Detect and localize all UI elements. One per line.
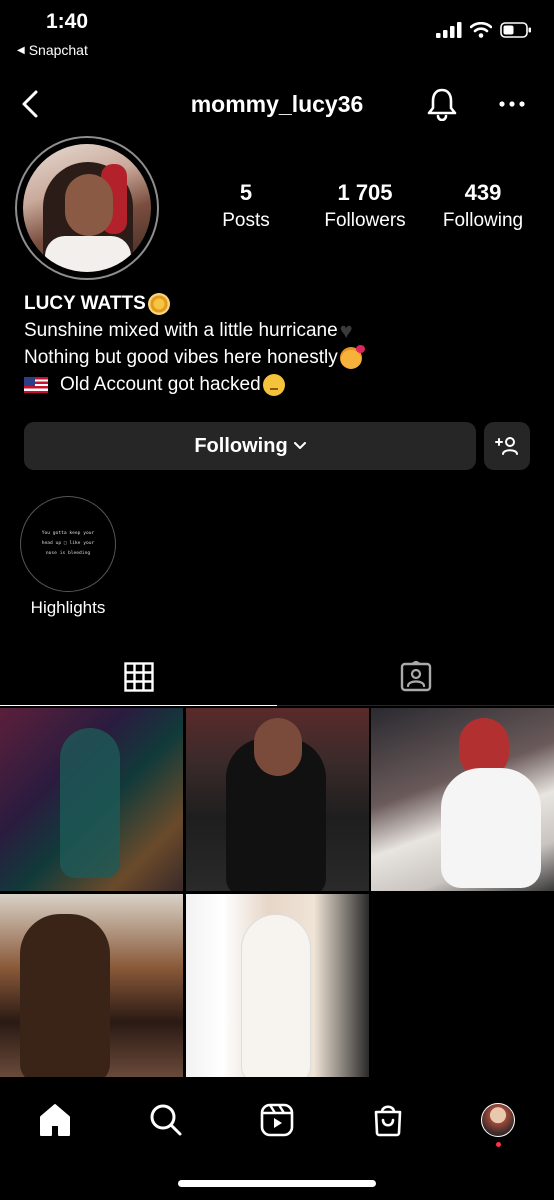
notifications-button[interactable] bbox=[422, 84, 462, 124]
bio-text-1: Sunshine mixed with a little hurricane bbox=[24, 320, 338, 341]
home-icon bbox=[40, 1104, 70, 1136]
bio-name-row: LUCY WATTS bbox=[24, 290, 534, 317]
back-app-label: Snapchat bbox=[28, 42, 88, 58]
bio-text-2: Nothing but good vibes here honestly bbox=[24, 347, 338, 368]
tagged-icon bbox=[400, 660, 431, 691]
bio-line-3: Old Account got hacked bbox=[24, 371, 534, 398]
bio-text-3: Old Account got hacked bbox=[60, 374, 261, 395]
followers-stat[interactable]: 1 705 Followers bbox=[310, 180, 420, 232]
following-count: 439 bbox=[464, 180, 502, 205]
chevron-down-icon bbox=[293, 442, 306, 449]
posts-stat[interactable]: 5 Posts bbox=[206, 180, 286, 232]
profile-bio: LUCY WATTS Sunshine mixed with a little … bbox=[24, 290, 534, 398]
us-flag-emoji-icon bbox=[24, 376, 48, 393]
highlight-cover-text-3: nose is bleeding bbox=[45, 551, 91, 556]
profile-tabs bbox=[0, 648, 554, 706]
black-heart-emoji-icon: ♥ bbox=[339, 318, 353, 343]
battery-icon bbox=[500, 22, 531, 38]
bell-icon bbox=[427, 88, 457, 121]
tab-posts-grid[interactable] bbox=[0, 648, 277, 706]
shop-icon bbox=[374, 1105, 402, 1137]
notification-dot bbox=[496, 1142, 501, 1147]
sunflower-emoji-icon bbox=[147, 292, 170, 315]
nav-home[interactable] bbox=[27, 1092, 83, 1148]
post-thumbnail[interactable] bbox=[371, 708, 554, 891]
status-bar: 1:40 ◀ Snapchat bbox=[0, 0, 554, 70]
nav-shop[interactable] bbox=[360, 1092, 416, 1148]
profile-username: mommy_lucy36 bbox=[190, 91, 364, 117]
post-thumbnail[interactable] bbox=[186, 894, 369, 1077]
bio-line-1: Sunshine mixed with a little hurricane ♥ bbox=[24, 317, 534, 344]
bio-line-2: Nothing but good vibes here honestly bbox=[24, 344, 534, 371]
posts-label: Posts bbox=[222, 210, 270, 231]
highlight-cover: You gotta keep your head up □ like your … bbox=[24, 500, 112, 588]
nav-profile[interactable] bbox=[470, 1092, 526, 1148]
followers-label: Followers bbox=[324, 210, 406, 231]
highlight-cover-text-1: You gotta keep your bbox=[41, 531, 95, 536]
highlight-cover-text-2: head up □ like your bbox=[41, 541, 95, 546]
more-icon bbox=[499, 101, 525, 107]
highlight-ring: You gotta keep your head up □ like your … bbox=[20, 496, 116, 592]
following-button-label: Following bbox=[194, 434, 288, 457]
followers-count: 1 705 bbox=[337, 180, 393, 205]
posts-count: 5 bbox=[239, 180, 253, 205]
pensive-emoji-icon bbox=[262, 373, 285, 396]
reels-icon bbox=[260, 1103, 294, 1137]
more-options-button[interactable] bbox=[492, 84, 532, 124]
smiling-hearts-emoji-icon bbox=[339, 344, 365, 369]
profile-stats: 5 Posts 1 705 Followers 439 Following bbox=[0, 180, 554, 240]
profile-header: mommy_lucy36 bbox=[0, 78, 554, 132]
status-icons bbox=[436, 22, 532, 38]
add-person-icon bbox=[495, 437, 518, 455]
grid-icon bbox=[123, 661, 154, 692]
wifi-icon bbox=[470, 22, 492, 38]
following-button[interactable]: Following bbox=[24, 422, 476, 470]
profile-avatar-small bbox=[481, 1103, 515, 1137]
highlight-label: Highlights bbox=[30, 598, 106, 617]
back-triangle-icon: ◀ bbox=[17, 44, 25, 56]
story-highlight[interactable]: You gotta keep your head up □ like your … bbox=[20, 496, 116, 617]
signal-icon bbox=[436, 22, 462, 38]
home-indicator[interactable] bbox=[178, 1180, 376, 1187]
status-time: 1:40 bbox=[46, 10, 89, 33]
following-stat[interactable]: 439 Following bbox=[430, 180, 536, 232]
back-to-app-link[interactable]: ◀ Snapchat bbox=[17, 42, 88, 58]
following-label: Following bbox=[442, 210, 524, 231]
bio-name: LUCY WATTS bbox=[24, 293, 146, 314]
suggested-accounts-button[interactable] bbox=[484, 422, 530, 470]
post-thumbnail[interactable] bbox=[0, 708, 183, 891]
search-icon bbox=[150, 1104, 182, 1136]
nav-search[interactable] bbox=[138, 1092, 194, 1148]
post-thumbnail[interactable] bbox=[186, 708, 369, 891]
tab-tagged[interactable] bbox=[277, 648, 554, 706]
nav-reels[interactable] bbox=[249, 1092, 305, 1148]
post-thumbnail[interactable] bbox=[0, 894, 183, 1077]
